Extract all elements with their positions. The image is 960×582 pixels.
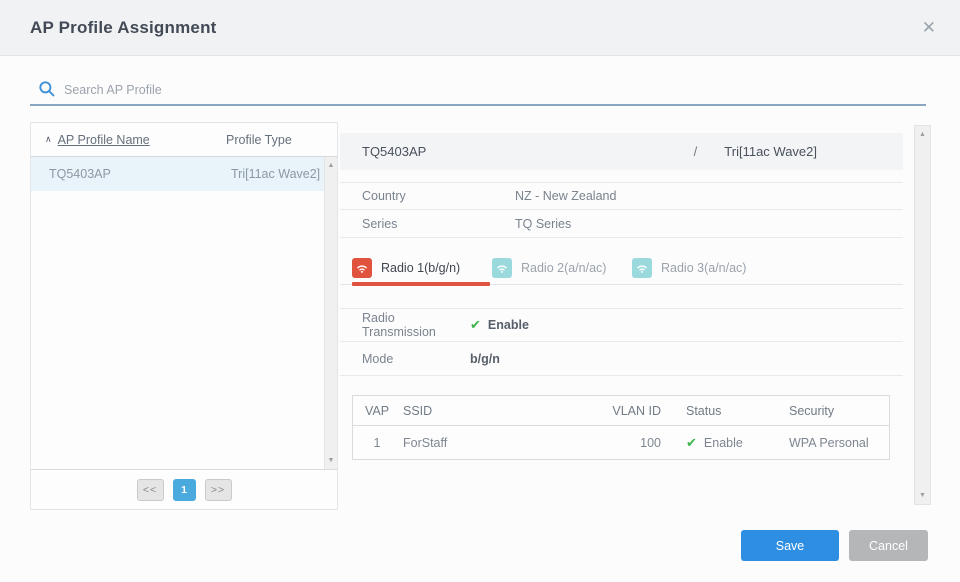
tab-radio-3-label: Radio 3(a/n/ac) <box>661 261 746 275</box>
vap-table-row: 1 ForStaff 100 ✔ Enable WPA Personal <box>353 426 889 459</box>
search-input[interactable] <box>64 78 926 102</box>
vap-table-header: VAP SSID VLAN ID Status Security <box>353 396 889 426</box>
active-tab-indicator <box>352 282 490 286</box>
status-cell: ✔ Enable <box>661 435 789 451</box>
profile-list: TQ5403AP Tri[11ac Wave2] ▲ ▼ <box>31 157 337 469</box>
ap-profile-assignment-dialog: AP Profile Assignment ✕ ∧ AP Profile Nam… <box>0 0 960 582</box>
pagination-page-1-button[interactable]: 1 <box>173 479 196 501</box>
scroll-up-icon[interactable]: ▲ <box>325 162 337 169</box>
save-button[interactable]: Save <box>741 530 839 561</box>
radio-settings-table: Radio Transmission ✔ Enable Mode b/g/n <box>340 308 903 376</box>
profile-name-cell: TQ5403AP <box>49 167 231 181</box>
info-row-series: Series TQ Series <box>340 210 903 238</box>
tab-radio-1-label: Radio 1(b/g/n) <box>381 261 460 275</box>
check-icon: ✔ <box>470 317 481 333</box>
vap-column-header: VAP <box>353 404 401 418</box>
country-value: NZ - New Zealand <box>515 189 616 203</box>
vap-cell: 1 <box>353 436 401 450</box>
info-row-country: Country NZ - New Zealand <box>340 182 903 210</box>
detail-header-bar: TQ5403AP / Tri[11ac Wave2] <box>340 133 903 170</box>
detail-profile-name: TQ5403AP <box>362 144 426 159</box>
profile-row-selected[interactable]: TQ5403AP Tri[11ac Wave2] <box>31 157 337 191</box>
profile-detail-panel: TQ5403AP / Tri[11ac Wave2] Country NZ - … <box>340 133 903 460</box>
radio-transmission-value: Enable <box>488 318 529 332</box>
profile-list-header: ∧ AP Profile Name Profile Type <box>31 123 337 157</box>
ssid-cell: ForStaff <box>401 436 599 450</box>
left-list-scrollbar[interactable]: ▲ ▼ <box>324 157 337 469</box>
detail-info-table: Country NZ - New Zealand Series TQ Serie… <box>340 182 903 238</box>
search-bar <box>30 76 926 106</box>
pagination-prev-button[interactable]: << <box>137 479 164 501</box>
column-profile-type: Profile Type <box>226 133 292 147</box>
search-icon <box>38 80 56 98</box>
series-label: Series <box>362 217 515 231</box>
security-column-header: Security <box>789 404 889 418</box>
wifi-icon <box>352 258 372 278</box>
radio-transmission-label: Radio Transmission <box>362 311 470 339</box>
vap-table: VAP SSID VLAN ID Status Security 1 ForSt… <box>352 395 890 460</box>
pagination-next-button[interactable]: >> <box>205 479 232 501</box>
profile-type-cell: Tri[11ac Wave2] <box>231 167 320 181</box>
dialog-title: AP Profile Assignment <box>30 18 217 38</box>
wifi-icon <box>632 258 652 278</box>
column-ap-profile-name[interactable]: AP Profile Name <box>58 133 150 147</box>
mode-label: Mode <box>362 352 470 366</box>
tab-radio-1[interactable]: Radio 1(b/g/n) <box>352 251 492 284</box>
vlan-column-header: VLAN ID <box>599 404 661 418</box>
scroll-up-icon[interactable]: ▲ <box>915 131 930 138</box>
close-icon[interactable]: ✕ <box>922 19 936 36</box>
tab-radio-2-label: Radio 2(a/n/ac) <box>521 261 606 275</box>
sort-asc-icon[interactable]: ∧ <box>45 134 52 145</box>
detail-scrollbar[interactable]: ▲ ▼ <box>914 125 931 505</box>
radio-tabs: Radio 1(b/g/n) Radio 2(a/n/ac) <box>340 251 903 285</box>
mode-value: b/g/n <box>470 352 500 366</box>
detail-separator: / <box>694 144 698 159</box>
pagination: << 1 >> <box>31 469 337 509</box>
tab-radio-3[interactable]: Radio 3(a/n/ac) <box>632 251 772 284</box>
country-label: Country <box>362 189 515 203</box>
ssid-column-header: SSID <box>401 404 599 418</box>
tab-radio-2[interactable]: Radio 2(a/n/ac) <box>492 251 632 284</box>
detail-profile-type: Tri[11ac Wave2] <box>724 144 817 159</box>
status-column-header: Status <box>661 404 789 418</box>
check-icon: ✔ <box>686 435 697 451</box>
scroll-down-icon[interactable]: ▼ <box>325 457 337 464</box>
vlan-cell: 100 <box>599 436 661 450</box>
scroll-down-icon[interactable]: ▼ <box>915 492 930 499</box>
wifi-icon <box>492 258 512 278</box>
mode-row: Mode b/g/n <box>340 342 903 376</box>
profile-list-panel: ∧ AP Profile Name Profile Type TQ5403AP … <box>30 122 338 510</box>
radio-transmission-row: Radio Transmission ✔ Enable <box>340 308 903 342</box>
security-cell: WPA Personal <box>789 436 889 450</box>
dialog-header: AP Profile Assignment ✕ <box>0 0 960 56</box>
cancel-button[interactable]: Cancel <box>849 530 928 561</box>
series-value: TQ Series <box>515 217 571 231</box>
